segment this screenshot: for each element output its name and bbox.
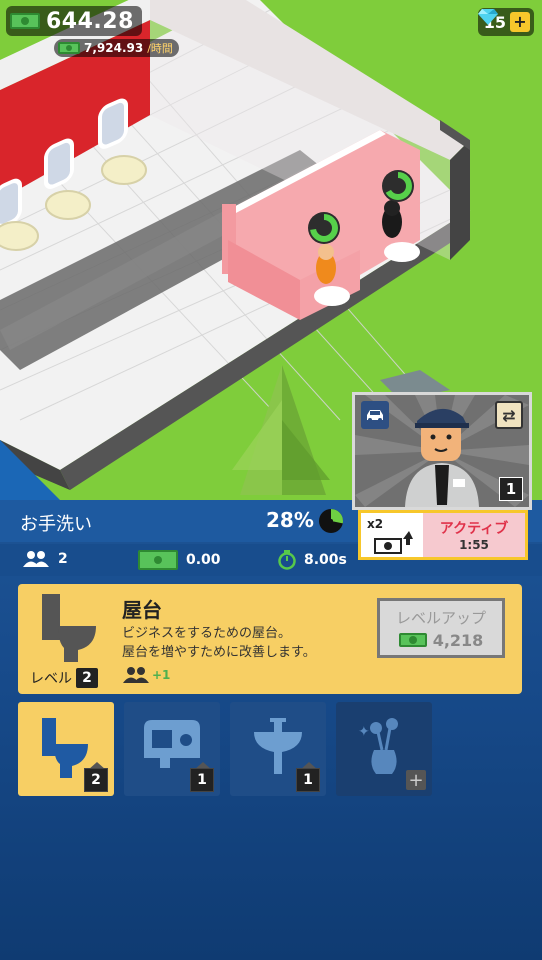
cash-icon xyxy=(58,42,80,54)
level-up-cost: 4,218 xyxy=(398,630,484,650)
buy-gems-button[interactable]: + xyxy=(510,12,530,32)
stopwatch-icon xyxy=(278,550,296,570)
room-progress-percent: 28% xyxy=(266,508,314,532)
boost-multiplier: x2 xyxy=(361,513,423,557)
flower-vase-icon: ✦ xyxy=(358,718,398,774)
money-value: 644.28 xyxy=(46,8,134,34)
toilet-icon xyxy=(42,594,96,662)
stat-income: 0.00 xyxy=(138,550,221,570)
stat-time: 8.00s xyxy=(278,550,347,570)
boost-active-label: アクティブ xyxy=(439,521,509,537)
slot-toilet[interactable]: 2 xyxy=(18,702,114,796)
stat-customers: 2 xyxy=(22,550,68,568)
gem-counter: 15 + xyxy=(477,8,534,36)
boost-timer: 1:55 xyxy=(459,538,489,552)
refresh-icon: ⇄ xyxy=(502,405,516,425)
manager-portrait[interactable]: ⇄ 1 xyxy=(352,392,532,510)
slot-level-badge: 1 xyxy=(296,768,320,792)
item-level: レベル 2 xyxy=(30,668,98,688)
progress-ring-icon xyxy=(319,509,343,533)
income-rate-value: 7,924.93 xyxy=(84,41,144,55)
stat-customers-value: 2 xyxy=(58,551,68,567)
cash-icon xyxy=(10,13,40,29)
stat-income-value: 0.00 xyxy=(186,552,221,568)
cash-boost-icon xyxy=(374,531,413,554)
income-rate-unit: /時間 xyxy=(147,42,173,55)
cash-icon xyxy=(138,550,178,570)
item-slots: 2 1 1 ✦ + xyxy=(18,702,432,796)
car-button[interactable] xyxy=(361,401,389,429)
people-icon xyxy=(123,667,149,683)
swap-manager-button[interactable]: ⇄ xyxy=(495,401,523,429)
income-rate: 7,924.93 /時間 xyxy=(54,39,179,57)
people-icon xyxy=(23,551,49,567)
slot-sink[interactable]: 1 xyxy=(230,702,326,796)
cash-icon xyxy=(398,633,427,647)
svg-text:✦: ✦ xyxy=(358,724,370,740)
item-name: 屋台 xyxy=(122,598,162,622)
stat-time-value: 8.00s xyxy=(304,552,347,568)
item-card: 屋台 ビジネスをするための屋台。 屋台を増やすために改善します。 レベル 2 +… xyxy=(18,584,522,694)
level-up-button[interactable]: レベルアップ 4,218 xyxy=(377,598,505,658)
capacity-bonus: +1 xyxy=(122,666,170,684)
manager-level-badge: 1 xyxy=(499,477,523,501)
boost-status: アクティブ 1:55 xyxy=(423,513,525,557)
car-icon xyxy=(367,410,383,422)
item-description: ビジネスをするための屋台。 屋台を増やすために改善します。 xyxy=(122,624,316,662)
room-title: お手洗い xyxy=(20,514,92,535)
slot-flower-vase[interactable]: ✦ + xyxy=(336,702,432,796)
unlock-plus-icon: + xyxy=(406,770,426,791)
level-up-label: レベルアップ xyxy=(395,608,486,627)
boost-button[interactable]: x2 アクティブ 1:55 xyxy=(358,510,528,560)
item-description-line: 屋台を増やすために改善します。 xyxy=(122,645,316,660)
diamond-icon xyxy=(477,9,498,25)
room-panel: お手洗い 28% 2 0.00 8.00s 屋台 ビジネスをするための屋台。 屋… xyxy=(0,500,542,960)
slot-level-badge: 1 xyxy=(190,768,214,792)
manager-card[interactable]: ⇄ 1 x2 アクティブ 1:55 xyxy=(352,392,532,567)
slot-hand-dryer[interactable]: 1 xyxy=(124,702,220,796)
money-counter: 644.28 xyxy=(6,6,142,36)
item-level-label: レベル xyxy=(30,671,72,687)
item-description-line: ビジネスをするための屋台。 xyxy=(122,626,292,641)
level-up-cost-value: 4,218 xyxy=(432,630,484,650)
capacity-bonus-value: +1 xyxy=(152,668,171,682)
item-level-value: 2 xyxy=(76,668,98,688)
slot-level-badge: 2 xyxy=(84,768,108,792)
